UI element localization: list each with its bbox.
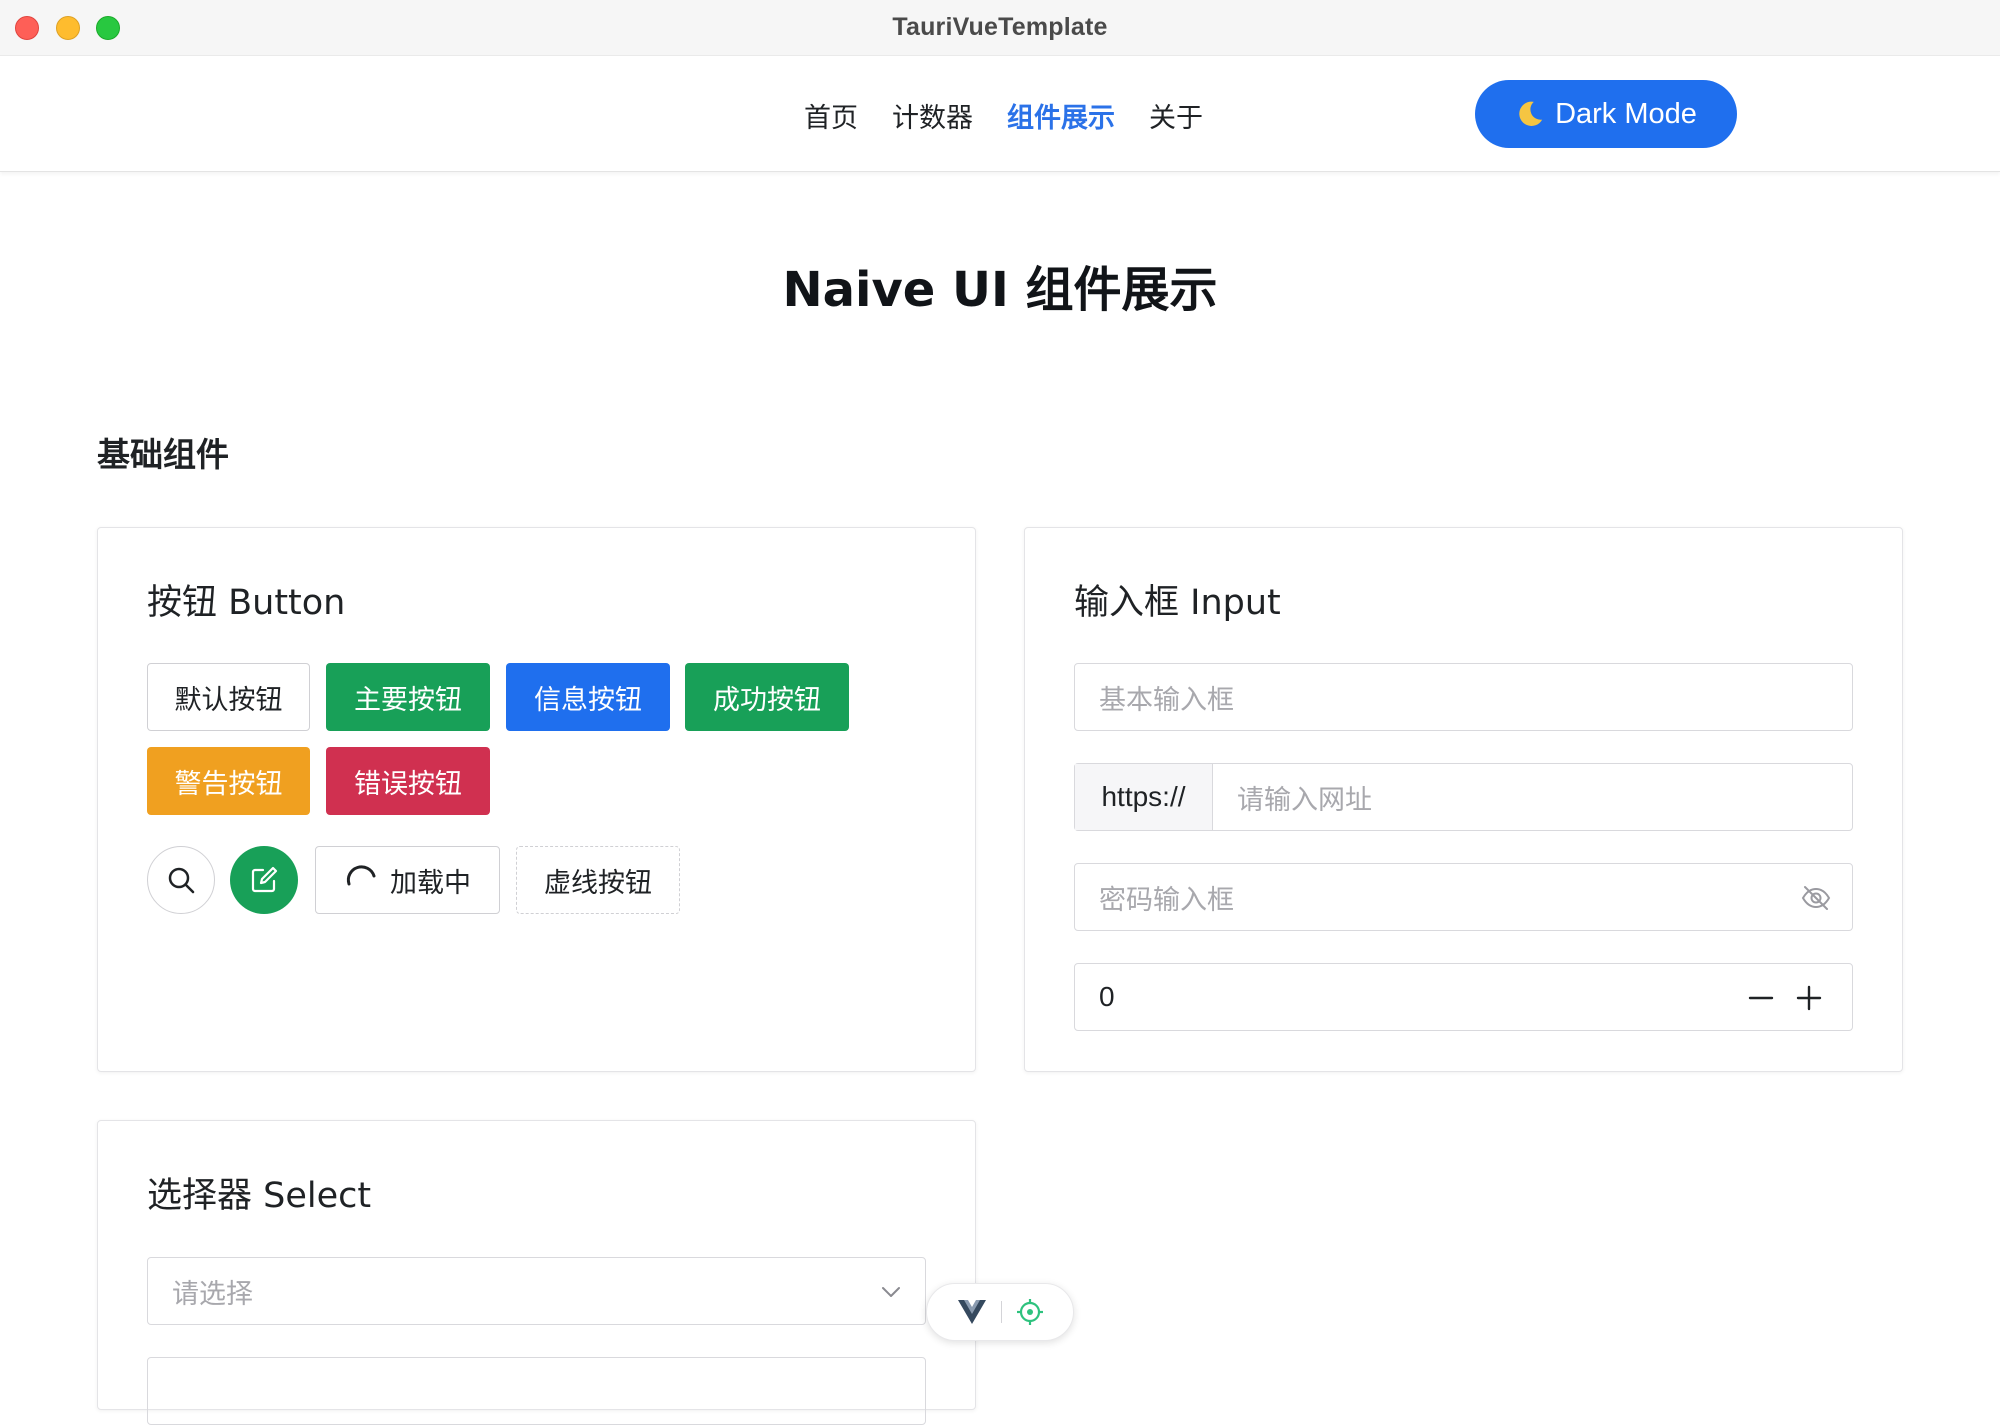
dark-mode-label: Dark Mode: [1555, 97, 1697, 130]
warning-button-label: 警告按钮: [174, 768, 283, 800]
basic-input-placeholder: 基本输入框: [1099, 684, 1234, 716]
url-prefix: https://: [1075, 764, 1213, 830]
password-input-placeholder: 密码输入框: [1099, 884, 1234, 916]
nav-links: 首页 计数器 组件展示 关于: [804, 96, 1203, 135]
edit-button[interactable]: [230, 846, 298, 914]
error-button[interactable]: 错误按钮: [326, 747, 490, 815]
button-card: 按钮 Button 默认按钮 主要按钮 信息按钮 成功按钮 警告按钮 错误按钮 …: [97, 527, 976, 1072]
dashed-button[interactable]: 虚线按钮: [516, 846, 680, 914]
loading-button-label: 加载中: [390, 867, 471, 899]
edit-icon: [251, 866, 278, 893]
minus-icon[interactable]: [1748, 982, 1774, 1014]
select-card: 选择器 Select 请选择: [97, 1120, 976, 1425]
window-title: TauriVueTemplate: [892, 13, 1108, 41]
success-button[interactable]: 成功按钮: [685, 663, 849, 731]
moon-icon: [1519, 101, 1543, 126]
primary-button[interactable]: 主要按钮: [326, 663, 490, 731]
search-button[interactable]: [147, 846, 215, 914]
section-title-basic: 基础组件: [97, 435, 229, 474]
primary-button-label: 主要按钮: [354, 684, 462, 716]
select-input[interactable]: 请选择: [147, 1257, 926, 1325]
second-select-input[interactable]: [147, 1357, 926, 1425]
crosshair-icon[interactable]: [1016, 1298, 1044, 1326]
default-button-label: 默认按钮: [174, 684, 283, 716]
vue-devtools-toolbar: [926, 1283, 1074, 1341]
nav-link-home[interactable]: 首页: [804, 96, 858, 135]
dark-mode-button[interactable]: Dark Mode: [1475, 80, 1737, 148]
basic-input[interactable]: 基本输入框: [1074, 663, 1853, 731]
number-input-value: 0: [1099, 981, 1115, 1012]
page-title: Naive UI 组件展示: [782, 262, 1218, 318]
info-button[interactable]: 信息按钮: [506, 663, 670, 731]
window-titlebar: TauriVueTemplate: [0, 0, 2000, 56]
devtools-separator: [1000, 1301, 1002, 1323]
nav-link-components[interactable]: 组件展示: [1007, 96, 1115, 135]
default-button[interactable]: 默认按钮: [147, 663, 310, 731]
number-stepper: [1748, 982, 1822, 1014]
dashed-button-label: 虚线按钮: [544, 867, 652, 899]
spinner-icon: [346, 865, 376, 886]
number-input[interactable]: 0: [1074, 963, 1853, 1031]
loading-button[interactable]: 加载中: [315, 846, 500, 914]
input-card-title: 输入框 Input: [1074, 583, 1281, 623]
url-input[interactable]: 请输入网址: [1213, 778, 1372, 817]
plus-icon[interactable]: [1796, 982, 1822, 1014]
button-card-title: 按钮 Button: [147, 583, 346, 623]
input-card: 输入框 Input 基本输入框 https:// 请输入网址 密码输入框 0: [1024, 527, 1903, 1072]
password-input[interactable]: 密码输入框: [1074, 863, 1853, 931]
nav-link-about[interactable]: 关于: [1149, 96, 1203, 135]
nav-link-counter[interactable]: 计数器: [892, 96, 973, 135]
chevron-down-icon: [882, 1287, 900, 1297]
eye-off-icon[interactable]: [1800, 882, 1832, 914]
vue-logo-icon[interactable]: [957, 1299, 987, 1325]
error-button-label: 错误按钮: [354, 768, 462, 800]
success-button-label: 成功按钮: [713, 684, 821, 716]
select-card-title: 选择器 Select: [147, 1176, 372, 1216]
search-icon: [168, 867, 195, 894]
info-button-label: 信息按钮: [534, 684, 642, 716]
warning-button[interactable]: 警告按钮: [147, 747, 310, 815]
url-input-group: https:// 请输入网址: [1074, 763, 1853, 831]
select-placeholder: 请选择: [172, 1278, 253, 1310]
navbar: 首页 计数器 组件展示 关于 Dark Mode: [0, 56, 2000, 172]
